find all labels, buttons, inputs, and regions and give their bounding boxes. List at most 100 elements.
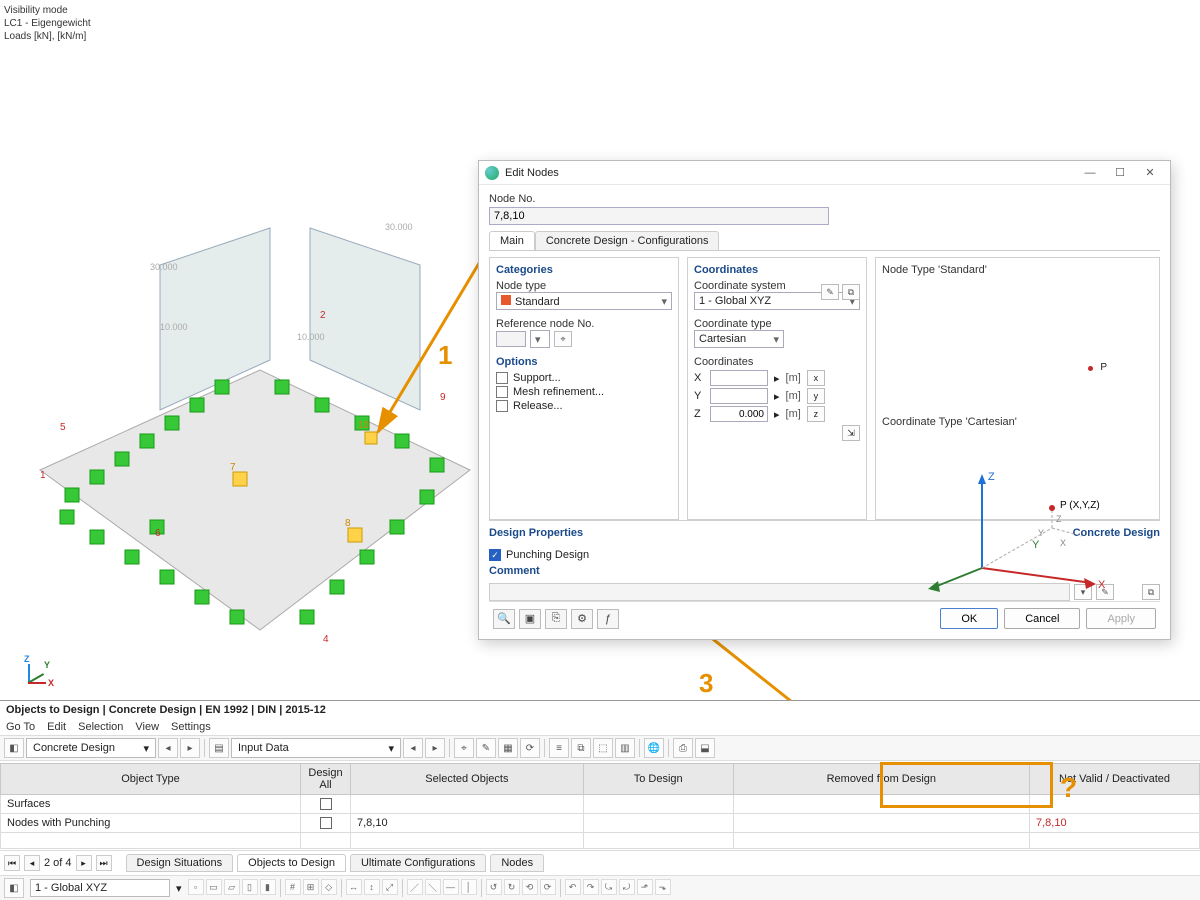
window-close-icon[interactable]: ✕	[1136, 164, 1164, 182]
col-to-design[interactable]: To Design	[583, 764, 733, 795]
tb-prev-icon[interactable]: ◂	[158, 738, 178, 758]
status-g18-icon[interactable]: ⟲	[522, 879, 538, 895]
col-design-all[interactable]: Design All	[301, 764, 351, 795]
tb-e-icon[interactable]: ≡	[549, 738, 569, 758]
status-g15-icon[interactable]: │	[461, 879, 477, 895]
tb-c-icon[interactable]: ▦	[498, 738, 518, 758]
tb-a-icon[interactable]: ⌖	[454, 738, 474, 758]
menu-goto[interactable]: Go To	[6, 721, 35, 733]
col-object-type[interactable]: Object Type	[1, 764, 301, 795]
reference-node-select[interactable]: ▾	[530, 330, 550, 348]
menu-view[interactable]: View	[135, 721, 159, 733]
tab-nodes[interactable]: Nodes	[490, 854, 544, 872]
pager-last-icon[interactable]: ⏭	[96, 855, 112, 871]
tb-d-icon[interactable]: ⟳	[520, 738, 540, 758]
pager-next-icon[interactable]: ▸	[76, 855, 92, 871]
pager-first-icon[interactable]: ⏮	[4, 855, 20, 871]
dlg-tool-4-icon[interactable]: ⚙	[571, 609, 593, 629]
coord-extra-icon[interactable]: ⇲	[842, 425, 860, 441]
tab-main[interactable]: Main	[489, 231, 535, 250]
status-g14-icon[interactable]: ―	[443, 879, 459, 895]
node-no-input[interactable]	[489, 207, 829, 225]
design-all-checkbox[interactable]	[320, 817, 332, 829]
status-g1-icon[interactable]: ▫	[188, 879, 204, 895]
pick-node-icon[interactable]: ⌖	[554, 331, 572, 347]
status-g10-icon[interactable]: ↕	[364, 879, 380, 895]
coord-z-input[interactable]	[710, 406, 768, 422]
data-mode-select[interactable]: Input Data▾	[231, 738, 401, 758]
status-g8-icon[interactable]: ◇	[321, 879, 337, 895]
tab-objects-to-design[interactable]: Objects to Design	[237, 854, 346, 872]
col-removed[interactable]: Removed from Design	[733, 764, 1029, 795]
objects-table[interactable]: Object Type Design All Selected Objects …	[0, 763, 1200, 849]
coord-y-input[interactable]	[710, 388, 768, 404]
tb-g-icon[interactable]: ⬚	[593, 738, 613, 758]
tb-f-icon[interactable]: ⧉	[571, 738, 591, 758]
apply-button[interactable]: Apply	[1086, 608, 1156, 629]
design-type-select[interactable]: Concrete Design▾	[26, 738, 156, 758]
node-type-select[interactable]: Standard ▾	[496, 292, 672, 310]
tb-icon-1[interactable]: ◧	[4, 738, 24, 758]
status-g9-icon[interactable]: ↔	[346, 879, 362, 895]
tb-next2-icon[interactable]: ▸	[425, 738, 445, 758]
tb-prev2-icon[interactable]: ◂	[403, 738, 423, 758]
col-notvalid[interactable]: Not Valid / Deactivated	[1030, 764, 1200, 795]
menu-selection[interactable]: Selection	[78, 721, 123, 733]
status-g16-icon[interactable]: ↺	[486, 879, 502, 895]
status-g13-icon[interactable]: ＼	[425, 879, 441, 895]
coord-tool-1-icon[interactable]: ✎	[821, 284, 839, 300]
coord-y-pick-icon[interactable]: y	[807, 388, 825, 404]
menu-settings[interactable]: Settings	[171, 721, 211, 733]
tab-concrete-config[interactable]: Concrete Design - Configurations	[535, 231, 720, 250]
status-g7-icon[interactable]: ⊞	[303, 879, 319, 895]
tab-ultimate-config[interactable]: Ultimate Configurations	[350, 854, 486, 872]
status-g19-icon[interactable]: ⟳	[540, 879, 556, 895]
cancel-button[interactable]: Cancel	[1004, 608, 1080, 629]
tb-b-icon[interactable]: ✎	[476, 738, 496, 758]
status-g5-icon[interactable]: ▮	[260, 879, 276, 895]
status-g25-icon[interactable]: ⬎	[655, 879, 671, 895]
status-g23-icon[interactable]: ⤾	[619, 879, 635, 895]
status-coord-sys-select[interactable]: 1 - Global XYZ	[30, 879, 170, 897]
table-row[interactable]	[1, 833, 1200, 849]
pager-prev-icon[interactable]: ◂	[24, 855, 40, 871]
tb-next-icon[interactable]: ▸	[180, 738, 200, 758]
design-all-checkbox[interactable]	[320, 798, 332, 810]
table-row[interactable]: Surfaces	[1, 795, 1200, 814]
tb-h-icon[interactable]: ▥	[615, 738, 635, 758]
option-mesh-checkbox[interactable]: Mesh refinement...	[496, 386, 672, 398]
status-g21-icon[interactable]: ↷	[583, 879, 599, 895]
ok-button[interactable]: OK	[940, 608, 998, 629]
status-g11-icon[interactable]: ⤢	[382, 879, 398, 895]
dlg-tool-search-icon[interactable]: 🔍	[493, 609, 515, 629]
dialog-titlebar[interactable]: Edit Nodes ― ☐ ✕	[479, 161, 1170, 185]
tab-design-situations[interactable]: Design Situations	[126, 854, 234, 872]
dlg-tool-2-icon[interactable]: ▣	[519, 609, 541, 629]
status-icon-sys[interactable]: ◧	[4, 878, 24, 898]
status-g17-icon[interactable]: ↻	[504, 879, 520, 895]
option-release-checkbox[interactable]: Release...	[496, 400, 672, 412]
dlg-tool-5-icon[interactable]: ƒ	[597, 609, 619, 629]
status-g20-icon[interactable]: ↶	[565, 879, 581, 895]
reference-node-input[interactable]	[496, 331, 526, 347]
status-g6-icon[interactable]: #	[285, 879, 301, 895]
status-g3-icon[interactable]: ▱	[224, 879, 240, 895]
status-g22-icon[interactable]: ⤿	[601, 879, 617, 895]
coord-x-pick-icon[interactable]: x	[807, 370, 825, 386]
status-g12-icon[interactable]: ／	[407, 879, 423, 895]
option-support-checkbox[interactable]: Support...	[496, 372, 672, 384]
dlg-tool-3-icon[interactable]: ⎘	[545, 609, 567, 629]
status-g4-icon[interactable]: ▯	[242, 879, 258, 895]
tb-j-icon[interactable]: ⎙	[673, 738, 693, 758]
coord-x-input[interactable]	[710, 370, 768, 386]
status-g2-icon[interactable]: ▭	[206, 879, 222, 895]
coord-type-select[interactable]: Cartesian▾	[694, 330, 784, 348]
tb-i-icon[interactable]: 🌐	[644, 738, 664, 758]
col-selected[interactable]: Selected Objects	[351, 764, 584, 795]
coord-z-pick-icon[interactable]: z	[807, 406, 825, 422]
coord-tool-2-icon[interactable]: ⧉	[842, 284, 860, 300]
status-g24-icon[interactable]: ⬏	[637, 879, 653, 895]
window-maximize-icon[interactable]: ☐	[1106, 164, 1134, 182]
tb-input-icon[interactable]: ▤	[209, 738, 229, 758]
table-row[interactable]: Nodes with Punching 7,8,10 7,8,10	[1, 814, 1200, 833]
